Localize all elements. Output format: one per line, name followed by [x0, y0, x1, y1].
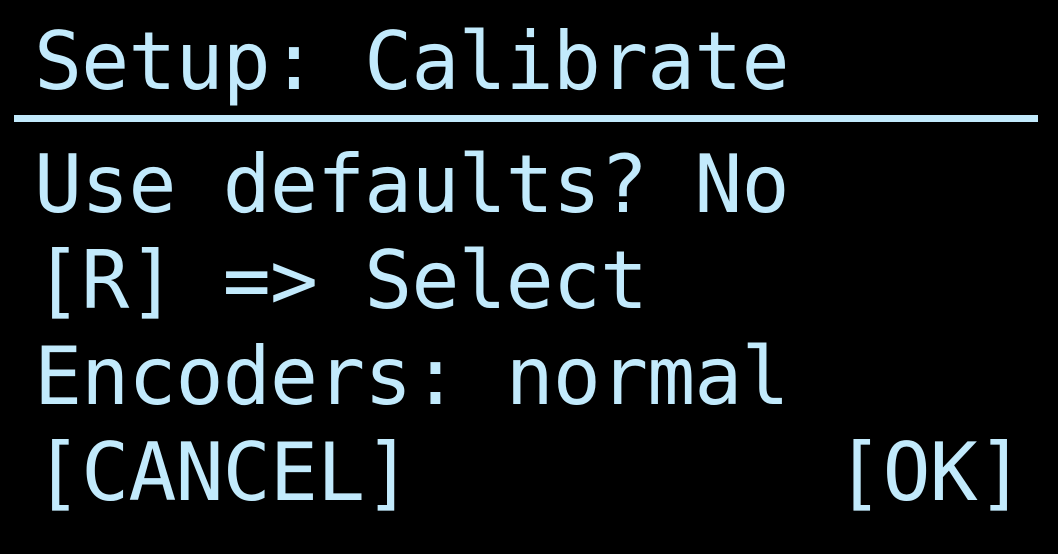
cancel-button[interactable]: [CANCEL]	[34, 433, 412, 513]
title-divider	[14, 115, 1038, 122]
lcd-screen: Setup: Calibrate Use defaults? No [R] =>…	[0, 0, 1058, 554]
ok-button[interactable]: [OK]	[835, 433, 1025, 513]
use-defaults-option[interactable]: Use defaults? No	[34, 145, 790, 225]
select-hint: [R] => Select	[34, 234, 648, 327]
page-title: Setup: Calibrate	[34, 15, 790, 108]
encoders-option[interactable]: Encoders: normal	[34, 337, 790, 417]
